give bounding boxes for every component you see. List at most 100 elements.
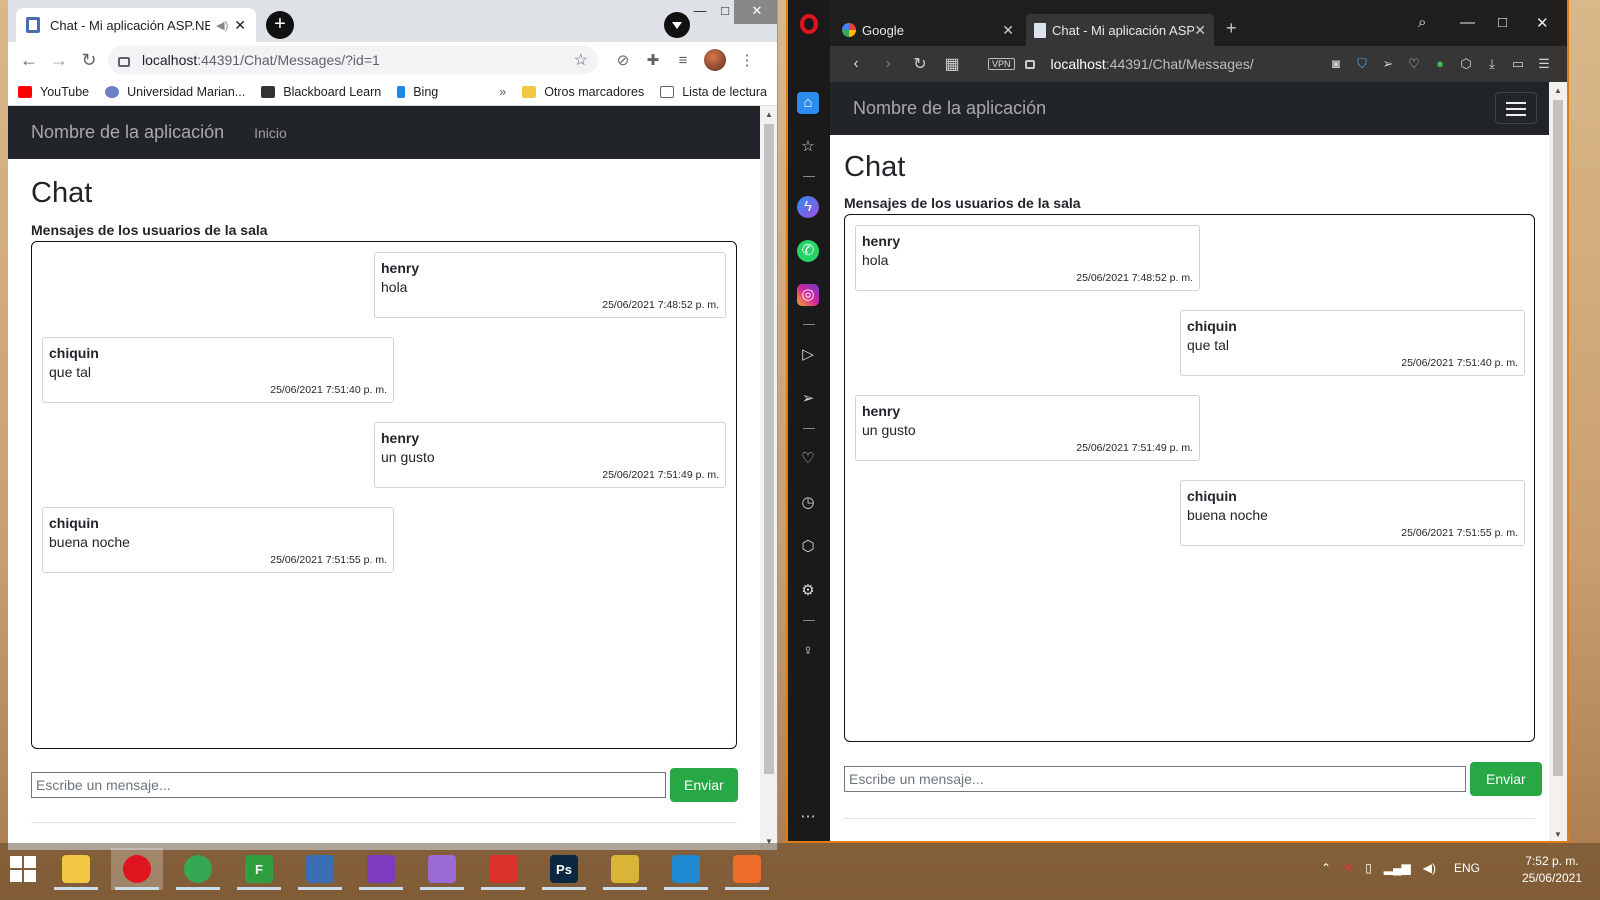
heart-icon[interactable]: ♡ xyxy=(797,448,819,470)
scroll-up-arrow-icon[interactable]: ▲ xyxy=(1549,86,1567,95)
volume-icon[interactable]: ◀) xyxy=(1423,861,1436,875)
scroll-down-arrow-icon[interactable]: ▼ xyxy=(1549,830,1567,839)
new-tab-plus-icon[interactable]: + xyxy=(1226,18,1237,39)
player-icon[interactable]: ▷ xyxy=(797,344,819,366)
send-icon[interactable]: ➢ xyxy=(1375,56,1401,72)
vpn-badge[interactable]: VPN xyxy=(988,58,1015,70)
instagram-icon[interactable]: ◎ xyxy=(797,284,819,306)
no-sync-icon[interactable]: ✕ xyxy=(1343,861,1353,875)
tray-expand-chevron-icon[interactable]: ⌃ xyxy=(1321,861,1331,875)
taskbar-app-photoshop[interactable]: Ps xyxy=(538,848,590,890)
bookmark-bing[interactable]: Bing xyxy=(397,85,438,99)
profile-avatar[interactable] xyxy=(704,49,726,71)
maximize-button[interactable]: □ xyxy=(1498,14,1507,31)
scroll-up-arrow-icon[interactable]: ▲ xyxy=(760,110,777,119)
message-input[interactable] xyxy=(844,766,1466,792)
status-dot-icon[interactable]: ● xyxy=(1427,56,1453,72)
new-tab-button[interactable]: + xyxy=(266,11,294,39)
cube-icon[interactable]: ⬡ xyxy=(1453,56,1479,72)
navbar-toggler-hamburger-icon[interactable] xyxy=(1495,92,1537,124)
reload-icon[interactable]: ↻ xyxy=(904,54,936,74)
opera-tab-chat[interactable]: Chat - Mi aplicación ASP.N ✕ xyxy=(1026,14,1214,46)
back-arrow-icon[interactable]: ← xyxy=(14,50,44,71)
scrollbar-thumb[interactable] xyxy=(1553,100,1563,776)
forward-arrow-icon[interactable]: › xyxy=(872,55,904,73)
battery-icon[interactable]: ▯ xyxy=(1365,861,1372,875)
taskbar-app-eclipse[interactable] xyxy=(294,848,346,890)
chrome-tab-chat[interactable]: Chat - Mi aplicación ASP.NET ◀) ✕ xyxy=(16,8,256,42)
taskbar-app-freeplane[interactable]: F xyxy=(233,848,285,890)
address-bar[interactable]: localhost:44391/Chat/Messages/?id=1 ☆ xyxy=(108,46,598,74)
taskbar-app-sketchup[interactable] xyxy=(477,848,529,890)
opera-scrollbar[interactable]: ▲ ▼ xyxy=(1549,82,1567,841)
nav-link-inicio[interactable]: Inicio xyxy=(254,125,287,141)
extensions-puzzle-icon[interactable]: ✚ xyxy=(638,51,668,69)
close-window-button[interactable]: ✕ xyxy=(734,0,777,24)
minimize-button[interactable]: — xyxy=(1460,14,1475,31)
other-bookmarks-folder[interactable]: Otros marcadores xyxy=(522,85,644,99)
opera-url[interactable]: localhost:44391/Chat/Messages/ xyxy=(1051,56,1254,72)
close-tab-icon[interactable]: ✕ xyxy=(1194,22,1206,39)
battery-saver-icon[interactable]: ▭ xyxy=(1505,56,1531,72)
bookmark-youtube[interactable]: YouTube xyxy=(18,85,89,99)
camera-icon[interactable]: ◙ xyxy=(1323,56,1349,72)
send-flow-icon[interactable]: ➢ xyxy=(797,388,819,410)
reload-icon[interactable]: ↻ xyxy=(74,50,104,71)
messages-container[interactable]: henry hola 25/06/2021 7:48:52 p. m. chiquin… xyxy=(31,241,737,749)
taskbar-app-postman[interactable] xyxy=(721,848,773,890)
extensions-cube-icon[interactable]: ⬡ xyxy=(797,536,819,558)
bookmark-star-icon[interactable]: ☆ xyxy=(574,50,588,70)
send-button[interactable]: Enviar xyxy=(670,768,738,802)
taskbar-app-paint-tool[interactable] xyxy=(599,848,651,890)
lightbulb-icon[interactable]: ♀ xyxy=(797,640,819,662)
message-input[interactable] xyxy=(31,772,666,798)
heart-icon[interactable]: ♡ xyxy=(1401,56,1427,72)
scrollbar-thumb[interactable] xyxy=(764,124,774,774)
taskbar-app-opera[interactable] xyxy=(111,848,163,890)
taskbar-app-file-explorer[interactable] xyxy=(50,848,102,890)
easy-setup-icon[interactable]: ☰ xyxy=(1531,56,1557,72)
forward-arrow-icon[interactable]: → xyxy=(44,50,74,71)
chrome-scrollbar[interactable]: ▲ ▼ xyxy=(760,106,777,850)
taskbar-app-visual-studio-preview[interactable] xyxy=(416,848,468,890)
taskbar-app-vscode[interactable] xyxy=(660,848,712,890)
reading-list[interactable]: Lista de lectura xyxy=(660,85,767,99)
more-bookmarks-chevron-icon[interactable]: » xyxy=(499,85,506,99)
send-button[interactable]: Enviar xyxy=(1470,762,1542,796)
whatsapp-icon[interactable]: ✆ xyxy=(797,240,819,262)
back-arrow-icon[interactable]: ‹ xyxy=(840,55,872,73)
search-tabs-icon[interactable]: ⌕ xyxy=(1418,14,1426,31)
windows-start-icon[interactable] xyxy=(10,856,38,884)
shield-icon[interactable]: ⛉ xyxy=(1349,56,1375,72)
language-indicator[interactable]: ENG xyxy=(1454,861,1480,875)
lock-icon[interactable] xyxy=(118,57,130,67)
home-icon[interactable]: ⌂ xyxy=(797,92,819,114)
tabs-grid-icon[interactable]: ▦ xyxy=(936,54,968,74)
opera-tab-google[interactable]: Google ✕ xyxy=(834,14,1022,46)
media-control-icon[interactable] xyxy=(664,12,690,38)
taskbar-app-visual-studio[interactable] xyxy=(355,848,407,890)
lock-icon[interactable] xyxy=(1024,59,1035,69)
extension-blocked-icon[interactable]: ⊘ xyxy=(608,51,638,69)
opera-logo-icon[interactable] xyxy=(800,14,818,34)
close-tab-icon[interactable]: ✕ xyxy=(234,17,246,34)
app-brand[interactable]: Nombre de la aplicación xyxy=(31,122,224,143)
network-signal-icon[interactable]: ▂▄▆ xyxy=(1384,861,1411,875)
messages-container[interactable]: henry hola 25/06/2021 7:48:52 p. m. chiquin… xyxy=(844,214,1535,742)
bookmark-blackboard[interactable]: Blackboard Learn xyxy=(261,85,381,99)
speaker-icon[interactable]: ◀) xyxy=(216,19,228,32)
messenger-icon[interactable]: ϟ xyxy=(797,196,819,218)
taskbar-app-chrome[interactable] xyxy=(172,848,224,890)
app-brand[interactable]: Nombre de la aplicación xyxy=(853,98,1046,119)
menu-kebab-icon[interactable]: ⋮ xyxy=(732,51,762,69)
system-clock[interactable]: 7:52 p. m. 25/06/2021 xyxy=(1522,853,1582,887)
download-icon[interactable]: ⤓ xyxy=(1479,56,1505,72)
speed-dial-star-icon[interactable]: ☆ xyxy=(797,136,819,158)
bookmark-universidad[interactable]: Universidad Marian... xyxy=(105,85,245,99)
settings-gear-icon[interactable]: ⚙ xyxy=(797,580,819,602)
media-queue-icon[interactable]: ≡ xyxy=(668,52,698,69)
more-dots-icon[interactable]: ⋯ xyxy=(797,806,819,828)
history-clock-icon[interactable]: ◷ xyxy=(797,492,819,514)
minimize-button[interactable]: — xyxy=(688,0,712,24)
close-window-button[interactable]: ✕ xyxy=(1536,14,1549,32)
